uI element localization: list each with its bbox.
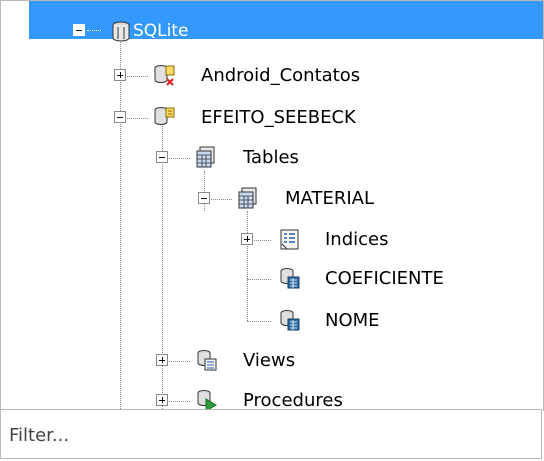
tree-node-label: COEFICIENTE	[325, 268, 444, 289]
tree-node-views[interactable]: Views	[1, 342, 543, 380]
procedures-icon	[197, 390, 217, 411]
tree-node-tables[interactable]: Tables	[1, 139, 543, 177]
tree-node-label: Android_Contatos	[201, 65, 361, 86]
column-icon	[280, 310, 300, 331]
tree-node-label: Procedures	[243, 390, 343, 411]
collapse-toggle[interactable]	[73, 24, 85, 36]
expand-toggle[interactable]	[114, 69, 126, 81]
tree-node-efeito-seebeck[interactable]: EFEITO_SEEBECK	[1, 99, 543, 137]
tree-node-material[interactable]: MATERIAL	[1, 180, 543, 218]
tree-node-nome[interactable]: NOME	[1, 302, 543, 340]
tree-node-label: Views	[243, 350, 296, 371]
collapse-toggle[interactable]	[156, 151, 168, 163]
views-icon	[197, 350, 217, 371]
filter-bar	[0, 409, 542, 459]
indices-icon	[280, 229, 299, 250]
database-group-icon	[112, 21, 130, 42]
tree-node-coeficiente[interactable]: COEFICIENTE	[1, 260, 543, 298]
filter-input[interactable]	[7, 420, 531, 450]
expand-toggle[interactable]	[241, 233, 253, 245]
database-connected-icon	[154, 107, 175, 125]
tree-node-procedures[interactable]: Procedures	[1, 382, 543, 411]
expand-toggle[interactable]	[156, 394, 168, 406]
tree-node-label: NOME	[325, 310, 380, 331]
tables-icon	[196, 146, 215, 168]
tree-node-sqlite[interactable]: SQLite	[29, 1, 543, 42]
expand-toggle[interactable]	[156, 354, 168, 366]
table-icon	[238, 187, 257, 209]
tree-node-android-contatos[interactable]: Android_Contatos	[1, 57, 543, 95]
column-icon	[280, 268, 300, 289]
tree-node-label: Indices	[325, 229, 389, 250]
tree-node-label: EFEITO_SEEBECK	[201, 107, 356, 128]
tree-node-label: Tables	[243, 147, 299, 168]
tree-node-indices[interactable]: Indices	[1, 221, 543, 259]
tree-node-label: MATERIAL	[285, 188, 374, 209]
collapse-toggle[interactable]	[114, 111, 126, 123]
collapse-toggle[interactable]	[198, 192, 210, 204]
tree-node-label: SQLite	[133, 21, 189, 41]
database-tree[interactable]: SQLite Android_Contatos EFEITO_SEEBECK T…	[0, 0, 544, 411]
database-disconnected-icon	[154, 65, 175, 86]
tree-line	[87, 30, 101, 31]
